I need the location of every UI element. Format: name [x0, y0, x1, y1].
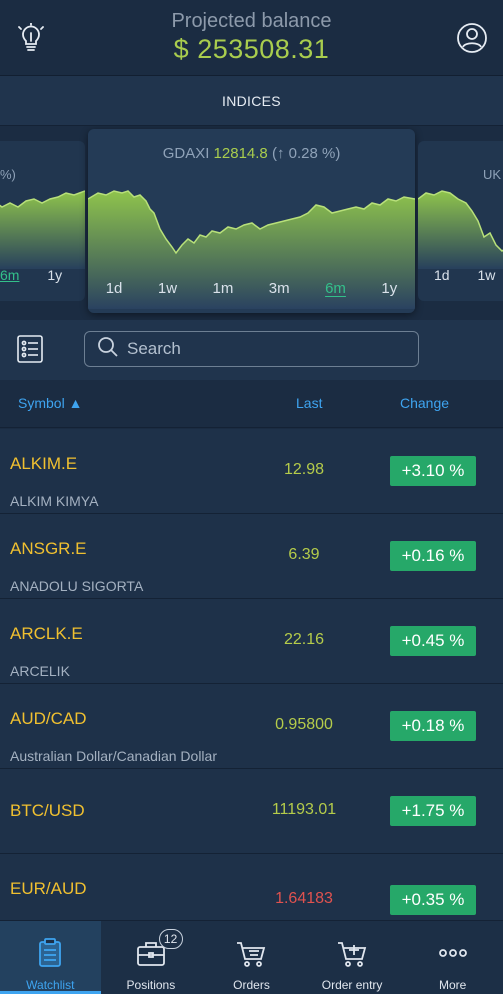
- more-dots-icon: [437, 937, 469, 972]
- row-last-price: 22.16: [283, 631, 325, 648]
- row-change-badge[interactable]: +1.75 %: [390, 796, 476, 826]
- bottom-navigation: Watchlist 12 Positions Orders Order entr…: [0, 920, 503, 994]
- table-row[interactable]: ARCLK.E ARCELIK 22.16 +0.45 %: [0, 599, 503, 684]
- period-1d-right[interactable]: 1d: [434, 267, 450, 283]
- nav-label: Positions: [126, 978, 176, 992]
- index-name: GDAXI: [162, 145, 210, 162]
- index-card-right[interactable]: UK 1d 1w: [418, 141, 503, 301]
- nav-label: Watchlist: [26, 978, 75, 992]
- positions-count-badge: 12: [158, 929, 183, 949]
- period-1w[interactable]: 1w: [158, 280, 177, 297]
- period-6m[interactable]: 6m: [325, 280, 346, 297]
- nav-label: Orders: [233, 978, 270, 992]
- nav-positions[interactable]: 12 Positions: [101, 921, 202, 994]
- index-card-title: GDAXI 12814.8 (↑ 0.28 %): [88, 145, 415, 162]
- index-change: (↑ 0.28 %): [271, 145, 341, 162]
- nav-order-entry[interactable]: Order entry: [302, 921, 403, 994]
- nav-orders[interactable]: Orders: [201, 921, 302, 994]
- table-row[interactable]: ANSGR.E ANADOLU SIGORTA 6.39 +0.16 %: [0, 514, 503, 599]
- row-last-price: 11193.01: [271, 801, 337, 818]
- table-row[interactable]: AUD/CAD Australian Dollar/Canadian Dolla…: [0, 684, 503, 769]
- search-input[interactable]: [127, 339, 397, 359]
- row-last-price: 6.39: [288, 546, 320, 563]
- user-profile-icon[interactable]: [455, 20, 489, 56]
- symbol-column-header[interactable]: Symbol ▲: [18, 395, 82, 411]
- row-last-price: 1.64183: [275, 890, 333, 907]
- clipboard-icon: [34, 937, 66, 972]
- row-symbol: EUR/AUD: [10, 879, 87, 898]
- period-6m-left[interactable]: 6m: [0, 267, 19, 283]
- row-change-badge[interactable]: +3.10 %: [390, 456, 476, 486]
- row-change-badge[interactable]: +0.16 %: [390, 541, 476, 571]
- cart-list-icon: [235, 937, 267, 972]
- search-bar-row: [0, 320, 503, 380]
- list-view-icon[interactable]: [16, 334, 44, 364]
- row-symbol: BTC/USD: [10, 801, 85, 820]
- row-change-badge[interactable]: +0.18 %: [390, 711, 476, 741]
- period-1w-right[interactable]: 1w: [477, 267, 495, 283]
- row-name: ARCELIK: [10, 663, 70, 679]
- row-last-price: 12.98: [283, 461, 325, 478]
- watchlist-column-header: Symbol ▲ Last Change: [0, 380, 503, 428]
- table-row[interactable]: BTC/USD 11193.01 +1.75 %: [0, 769, 503, 854]
- index-card-left[interactable]: %) 6m 1y: [0, 141, 85, 301]
- period-1y-left[interactable]: 1y: [47, 267, 62, 283]
- balance-label: Projected balance: [171, 10, 332, 32]
- period-selector: 1d 1w 1m 3m 6m 1y: [88, 280, 415, 297]
- cart-add-icon: [336, 937, 368, 972]
- row-name: ANADOLU SIGORTA: [10, 578, 144, 594]
- row-change-badge[interactable]: +0.35 %: [390, 885, 476, 915]
- row-change-badge[interactable]: +0.45 %: [390, 626, 476, 656]
- period-1d[interactable]: 1d: [106, 280, 123, 297]
- row-name: ALKIM KIMYA: [10, 493, 99, 509]
- change-column-header[interactable]: Change: [400, 395, 449, 411]
- period-1y[interactable]: 1y: [381, 280, 397, 297]
- search-icon: [97, 336, 119, 363]
- app-header: Projected balance $ 253508.31: [0, 0, 503, 76]
- nav-label: Order entry: [321, 978, 383, 992]
- indices-header[interactable]: INDICES: [0, 76, 503, 126]
- nav-watchlist[interactable]: Watchlist: [0, 921, 101, 994]
- last-column-header[interactable]: Last: [296, 395, 322, 411]
- index-card-gdaxi[interactable]: GDAXI 12814.8 (↑ 0.28 %) 1d 1w 1m 3m 6m …: [88, 129, 415, 313]
- index-value: 12814.8: [213, 145, 268, 162]
- row-name: Australian Dollar/Canadian Dollar: [10, 748, 217, 764]
- balance-value: $ 253508.31: [173, 34, 330, 64]
- period-3m[interactable]: 3m: [269, 280, 290, 297]
- nav-label: More: [439, 978, 467, 992]
- indices-carousel[interactable]: %) 6m 1y GDAXI 12814.8 (↑ 0.28 %) 1d 1w …: [0, 126, 503, 320]
- row-symbol: AUD/CAD: [10, 709, 87, 728]
- period-1m[interactable]: 1m: [213, 280, 234, 297]
- search-box: [84, 331, 419, 367]
- table-row[interactable]: ALKIM.E ALKIM KIMYA 12.98 +3.10 %: [0, 429, 503, 514]
- watchlist: ALKIM.E ALKIM KIMYA 12.98 +3.10 % ANSGR.…: [0, 429, 503, 939]
- row-symbol: ALKIM.E: [10, 454, 78, 473]
- row-last-price: 0.95800: [275, 716, 333, 733]
- nav-more[interactable]: More: [402, 921, 503, 994]
- row-symbol: ARCLK.E: [10, 624, 83, 643]
- row-symbol: ANSGR.E: [10, 539, 87, 558]
